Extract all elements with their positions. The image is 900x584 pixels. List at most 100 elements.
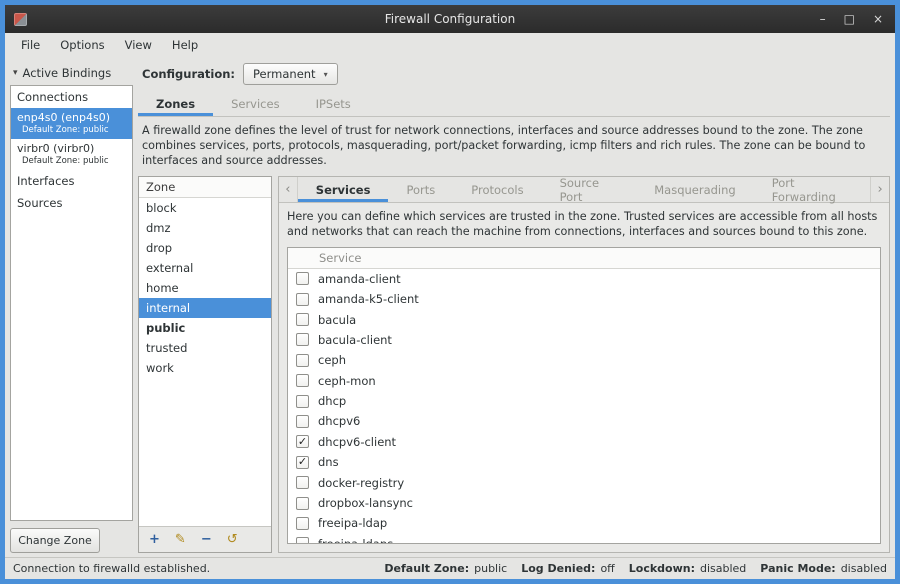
service-checkbox[interactable] <box>296 516 309 530</box>
tab-zone-services[interactable]: Services <box>298 177 389 202</box>
zones-description: A firewalld zone defines the level of tr… <box>142 124 866 168</box>
service-checkbox[interactable] <box>296 414 309 428</box>
tab-zone-ports[interactable]: Ports <box>388 177 453 202</box>
service-name: bacula-client <box>318 332 392 347</box>
service-checkbox-checked[interactable]: ✓ <box>296 455 309 469</box>
tab-zones[interactable]: Zones <box>138 91 213 116</box>
service-row[interactable]: amanda-k5-client <box>288 289 880 309</box>
status-label: Panic Mode: <box>760 562 836 575</box>
tab-zone-port-forwarding[interactable]: Port Forwarding <box>754 177 870 204</box>
zone-row[interactable]: block <box>139 198 271 218</box>
zone-row[interactable]: dmz <box>139 218 271 238</box>
tab-zone-protocols[interactable]: Protocols <box>453 177 541 202</box>
service-checkbox[interactable] <box>296 476 309 490</box>
tab-services[interactable]: Services <box>213 91 298 116</box>
zone-row[interactable]: trusted <box>139 338 271 358</box>
sidebar: ▾ Active Bindings Connections enp4s0 (en… <box>10 61 133 553</box>
remove-zone-icon[interactable]: − <box>201 533 212 546</box>
service-row[interactable]: freeipa-ldaps <box>288 534 880 543</box>
service-row[interactable]: bacula <box>288 309 880 329</box>
menu-file[interactable]: File <box>11 34 50 56</box>
add-zone-icon[interactable]: + <box>149 533 160 546</box>
service-row[interactable]: amanda-client <box>288 269 880 289</box>
status-label: Default Zone: <box>384 562 470 575</box>
service-checkbox[interactable] <box>296 537 309 543</box>
service-name: bacula <box>318 312 357 327</box>
zone-settings-tabbar: ‹ Services Ports Protocols Source Port M… <box>279 177 889 204</box>
connection-virbr0[interactable]: virbr0 (virbr0) Default Zone: public <box>11 139 132 170</box>
zones-page: A firewalld zone defines the level of tr… <box>138 117 890 553</box>
service-checkbox[interactable] <box>296 272 309 286</box>
service-checkbox[interactable] <box>296 374 309 388</box>
service-checkbox[interactable] <box>296 353 309 367</box>
service-row[interactable]: ceph <box>288 350 880 370</box>
status-value: off <box>600 562 615 575</box>
zone-row-default[interactable]: public <box>139 318 271 338</box>
zone-name: internal <box>146 301 191 316</box>
active-bindings-label: Active Bindings <box>22 66 112 80</box>
status-value: public <box>474 562 508 575</box>
connection-enp4s0[interactable]: enp4s0 (enp4s0) Default Zone: public <box>11 108 132 139</box>
service-row[interactable]: ceph-mon <box>288 371 880 391</box>
service-row[interactable]: ✓ dns <box>288 452 880 472</box>
minimize-icon[interactable]: – <box>820 13 826 25</box>
service-row[interactable]: ✓ dhcpv6-client <box>288 432 880 452</box>
zone-row-selected[interactable]: internal <box>139 298 271 319</box>
zone-name: home <box>146 281 179 296</box>
menu-view[interactable]: View <box>115 34 162 56</box>
close-icon[interactable]: × <box>873 13 883 25</box>
interfaces-label[interactable]: Interfaces <box>11 170 132 192</box>
status-label: Lockdown: <box>628 562 695 575</box>
service-checkbox[interactable] <box>296 496 309 510</box>
service-name: dhcpv6-client <box>318 434 397 449</box>
main-panel: Configuration: Permanent ▾ Zones Service… <box>138 61 890 553</box>
tab-zone-source-port[interactable]: Source Port <box>542 177 637 204</box>
service-row[interactable]: bacula-client <box>288 330 880 350</box>
service-checkbox[interactable] <box>296 394 309 408</box>
service-checkbox[interactable] <box>296 333 309 347</box>
zone-row[interactable]: home <box>139 278 271 298</box>
menu-help[interactable]: Help <box>162 34 208 56</box>
service-row[interactable]: dropbox-lansync <box>288 493 880 513</box>
connection-name: virbr0 (virbr0) <box>17 142 95 155</box>
chevron-down-icon: ▾ <box>323 69 328 79</box>
tab-scroll-right-icon[interactable]: › <box>870 177 889 203</box>
zone-row[interactable]: external <box>139 258 271 278</box>
titlebar: Firewall Configuration – □ × <box>5 5 895 33</box>
service-checkbox[interactable] <box>296 313 309 327</box>
service-row[interactable]: dhcp <box>288 391 880 411</box>
service-row[interactable]: docker-registry <box>288 472 880 492</box>
service-name: amanda-k5-client <box>318 292 419 307</box>
menu-options[interactable]: Options <box>50 34 114 56</box>
tab-scroll-left-icon[interactable]: ‹ <box>279 177 298 203</box>
zone-row[interactable]: work <box>139 358 271 378</box>
status-value: disabled <box>699 562 747 575</box>
zone-column-header[interactable]: Zone <box>139 177 271 199</box>
zone-toolbar: + ✎ − ↺ <box>139 526 271 552</box>
tab-ipsets[interactable]: IPSets <box>298 91 369 116</box>
service-checkbox-checked[interactable]: ✓ <box>296 435 309 449</box>
service-name: amanda-client <box>318 271 401 286</box>
zone-row[interactable]: drop <box>139 238 271 258</box>
service-checkbox[interactable] <box>296 292 309 306</box>
zone-name: external <box>146 261 194 276</box>
maximize-icon[interactable]: □ <box>844 13 855 25</box>
service-row[interactable]: freeipa-ldap <box>288 513 880 533</box>
service-name: dropbox-lansync <box>318 496 413 511</box>
zone-name: trusted <box>146 341 188 356</box>
status-lockdown: Lockdown: disabled <box>629 562 747 575</box>
edit-zone-icon[interactable]: ✎ <box>175 533 186 546</box>
main-tabbar: Zones Services IPSets <box>138 91 890 117</box>
service-column-header[interactable]: Service <box>288 247 880 269</box>
connection-zone: Default Zone: public <box>22 156 109 166</box>
load-zone-defaults-icon[interactable]: ↺ <box>227 533 238 546</box>
active-bindings-expander[interactable]: ▾ Active Bindings <box>10 61 133 85</box>
services-description: Here you can define which services are t… <box>287 210 878 239</box>
sources-label[interactable]: Sources <box>11 192 132 214</box>
tab-zone-masquerading[interactable]: Masquerading <box>636 177 753 202</box>
change-zone-button[interactable]: Change Zone <box>10 528 100 553</box>
service-row[interactable]: dhcpv6 <box>288 411 880 431</box>
zone-name: dmz <box>146 221 171 236</box>
bindings-panel: Connections enp4s0 (enp4s0) Default Zone… <box>10 85 133 521</box>
configuration-dropdown[interactable]: Permanent ▾ <box>243 63 338 85</box>
